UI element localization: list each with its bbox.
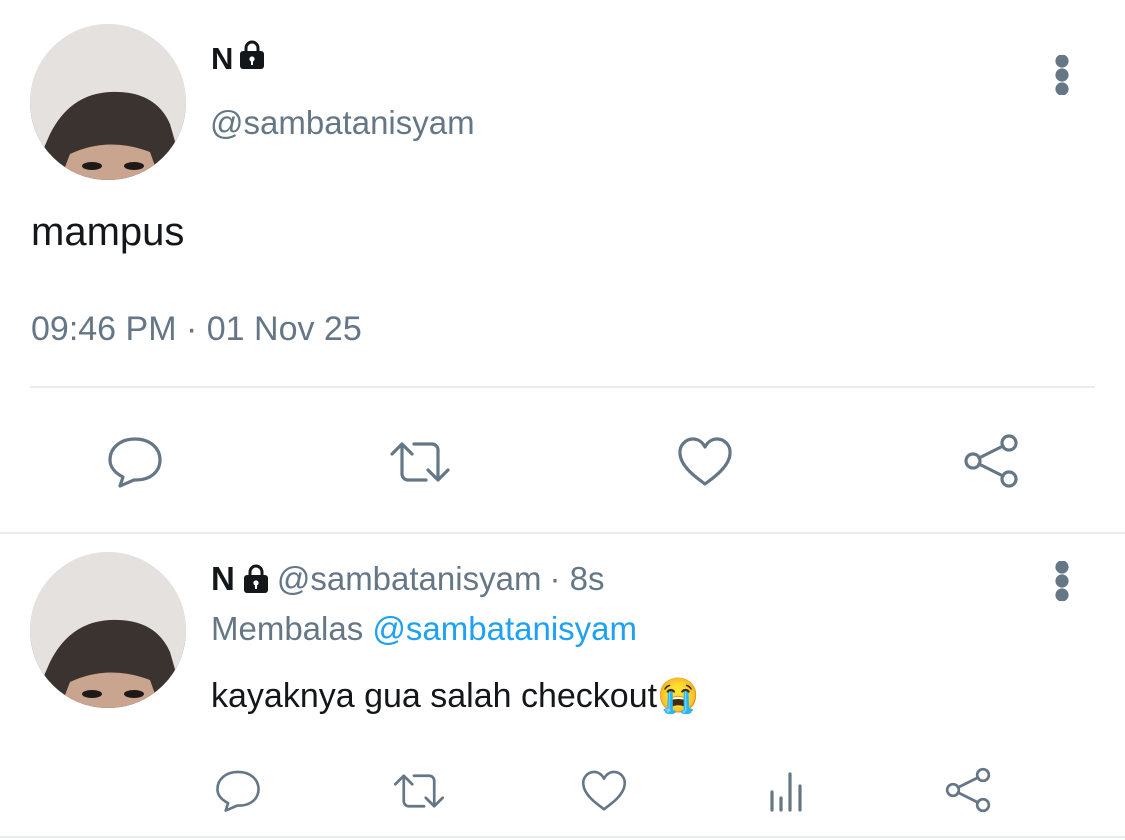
retweet-button[interactable]: [384, 432, 456, 492]
author-name[interactable]: N: [211, 560, 235, 598]
reply-icon: [108, 437, 162, 488]
replying-label: Membalas: [211, 610, 364, 647]
share-button[interactable]: [940, 764, 996, 816]
tweet-timestamp: 09:46 PM · 01 Nov 25: [31, 310, 362, 348]
tweet-text: mampus: [31, 210, 185, 254]
replying-to-link[interactable]: @sambatanisyam: [372, 610, 637, 647]
like-button[interactable]: [672, 432, 738, 492]
retweet-icon: [393, 774, 445, 808]
tweet-time-ago: · 8s: [549, 560, 605, 597]
tweet-text: kayaknya gua salah checkout😭: [211, 677, 700, 715]
share-icon: [945, 767, 991, 813]
more-options-icon[interactable]: [1044, 558, 1080, 604]
retweet-button[interactable]: [388, 766, 450, 816]
avatar[interactable]: [30, 24, 186, 180]
reply-icon: [216, 770, 260, 812]
divider: [30, 386, 1095, 388]
analytics-icon: [770, 772, 802, 812]
author-handle[interactable]: @sambatanisyam: [210, 104, 475, 142]
retweet-icon: [390, 442, 450, 482]
lock-icon: [243, 564, 269, 594]
more-options-icon[interactable]: [1044, 52, 1080, 98]
lock-icon: [239, 40, 265, 78]
analytics-button[interactable]: [762, 766, 810, 816]
avatar[interactable]: [30, 552, 186, 708]
divider: [0, 836, 1125, 838]
reply-button[interactable]: [210, 764, 266, 816]
share-button[interactable]: [958, 430, 1024, 492]
author-name[interactable]: N: [211, 41, 233, 77]
divider: [0, 532, 1125, 534]
author-handle[interactable]: @sambatanisyam: [277, 560, 542, 598]
share-icon: [964, 434, 1018, 488]
reply-button[interactable]: [100, 428, 170, 494]
like-icon: [581, 770, 627, 811]
like-icon: [678, 437, 732, 486]
like-button[interactable]: [576, 766, 632, 816]
